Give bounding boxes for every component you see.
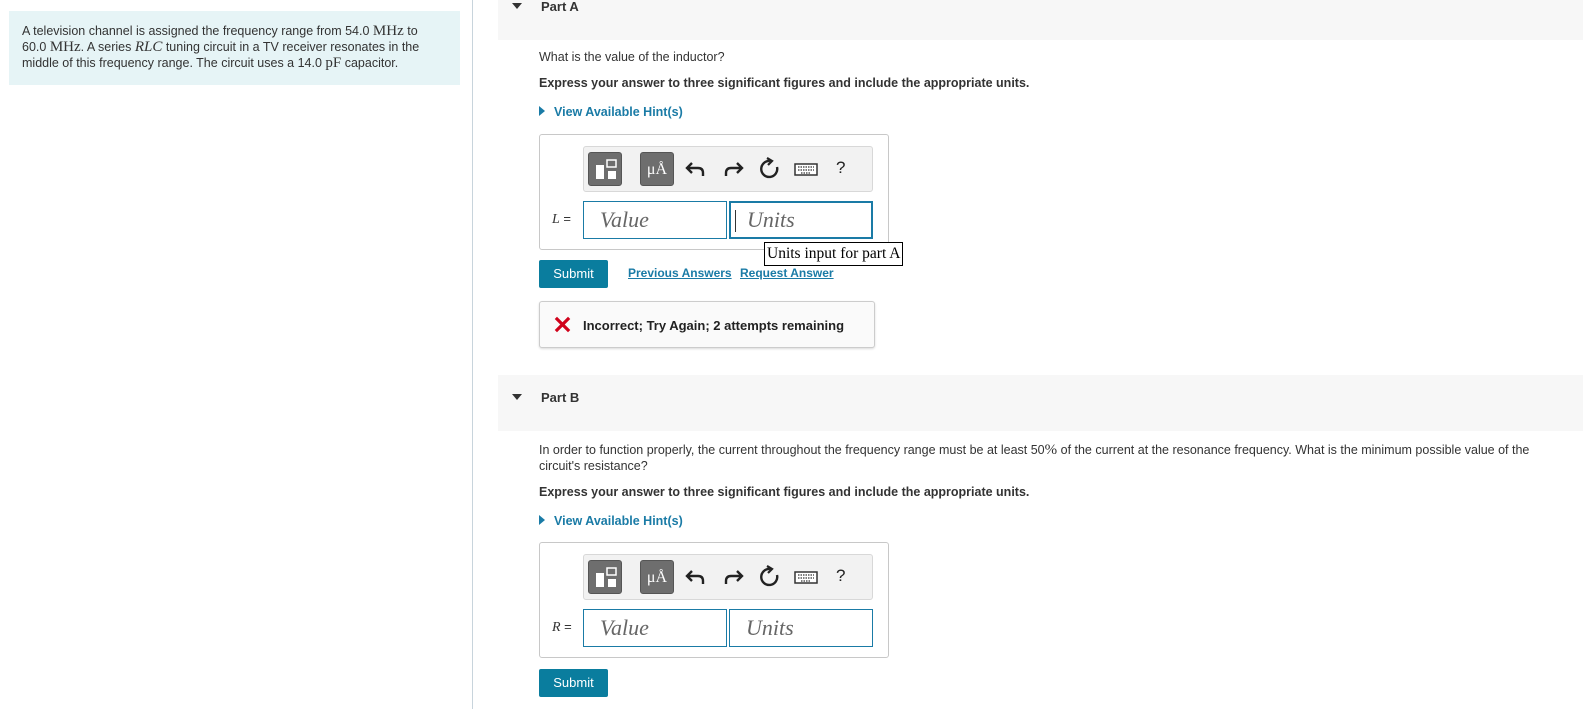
- previous-answers-link[interactable]: Previous Answers: [628, 266, 732, 280]
- undo-icon[interactable]: [684, 565, 708, 589]
- part-b-variable-label: R =: [552, 619, 572, 635]
- keyboard-icon[interactable]: [794, 565, 818, 589]
- part-b-question: In order to function properly, the curre…: [539, 442, 1530, 473]
- part-a-header[interactable]: Part A: [498, 0, 1583, 40]
- feedback-message: Incorrect; Try Again; 2 attempts remaini…: [583, 318, 845, 333]
- part-b-units-input[interactable]: [730, 610, 872, 646]
- units-tooltip: Units input for part A: [764, 242, 904, 266]
- problem-statement: A television channel is assigned the fre…: [9, 11, 460, 85]
- part-b-header[interactable]: Part B: [498, 375, 1583, 431]
- part-b-instructions: Express your answer to three significant…: [539, 485, 1030, 499]
- part-a-question: What is the value of the inductor?: [539, 50, 725, 64]
- panel-divider: [472, 0, 473, 709]
- part-a-value-input[interactable]: [584, 202, 726, 238]
- keyboard-icon[interactable]: [794, 157, 818, 181]
- units-mu-icon[interactable]: μÅ: [640, 560, 674, 594]
- part-b-hint-link[interactable]: View Available Hint(s): [539, 514, 683, 528]
- problem-line-2: 60.0 MHz. A series RLC tuning circuit in…: [22, 39, 420, 55]
- help-icon[interactable]: ?: [836, 158, 845, 178]
- expand-triangle-icon: [539, 106, 545, 116]
- redo-icon[interactable]: [721, 565, 745, 589]
- part-a-label: Part A: [541, 0, 579, 14]
- problem-line-1: A television channel is assigned the fre…: [22, 23, 418, 39]
- problem-line-3: middle of this frequency range. The circ…: [22, 55, 399, 71]
- part-a-answer-box: μÅ ? L =: [539, 134, 889, 250]
- part-a-hint-link[interactable]: View Available Hint(s): [539, 105, 683, 119]
- templates-icon[interactable]: [588, 560, 622, 594]
- request-answer-link[interactable]: Request Answer: [740, 266, 834, 280]
- part-a-units-input[interactable]: [731, 203, 871, 237]
- part-a-feedback: Incorrect; Try Again; 2 attempts remaini…: [539, 301, 875, 348]
- part-b-units-field[interactable]: [729, 609, 873, 647]
- part-b-submit-button[interactable]: Submit: [539, 669, 608, 697]
- incorrect-x-icon: [554, 316, 571, 333]
- part-b-value-field[interactable]: [583, 609, 727, 647]
- part-b-value-input[interactable]: [584, 610, 726, 646]
- part-a-units-field[interactable]: [729, 201, 873, 239]
- collapse-triangle-icon[interactable]: [512, 3, 522, 9]
- expand-triangle-icon: [539, 515, 545, 525]
- collapse-triangle-icon[interactable]: [512, 394, 522, 400]
- help-icon[interactable]: ?: [836, 566, 845, 586]
- part-a-submit-button[interactable]: Submit: [539, 260, 608, 288]
- redo-icon[interactable]: [721, 157, 745, 181]
- part-a-value-field[interactable]: [583, 201, 727, 239]
- reset-icon[interactable]: [758, 565, 782, 589]
- text-caret: [735, 210, 736, 232]
- units-mu-icon[interactable]: μÅ: [640, 152, 674, 186]
- part-b-answer-box: μÅ ? R =: [539, 542, 889, 658]
- reset-icon[interactable]: [758, 157, 782, 181]
- part-a-instructions: Express your answer to three significant…: [539, 76, 1030, 90]
- templates-icon[interactable]: [588, 152, 622, 186]
- part-b-label: Part B: [541, 390, 580, 405]
- undo-icon[interactable]: [684, 157, 708, 181]
- part-a-toolbar: μÅ ?: [583, 146, 873, 192]
- part-a-variable-label: L =: [552, 211, 572, 227]
- part-b-toolbar: μÅ ?: [583, 554, 873, 600]
